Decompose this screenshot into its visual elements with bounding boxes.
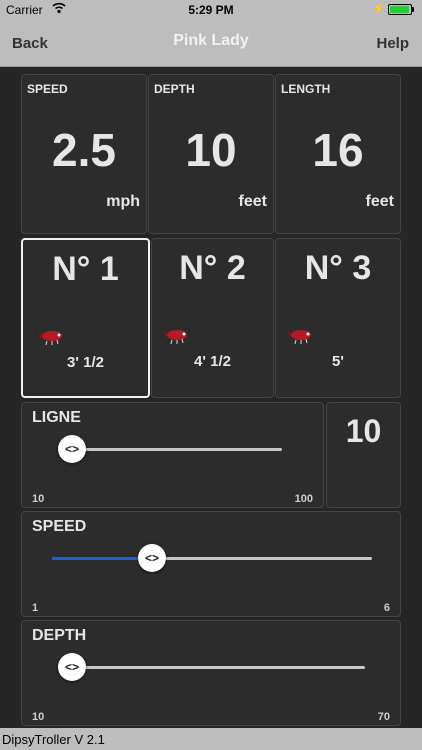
clock-label: 5:29 PM (188, 3, 234, 17)
rod-3-title: N° 3 (304, 249, 372, 287)
depth-stat-panel: DEPTH 10 feet (148, 74, 274, 234)
rod-2-measure: 4' 1/2 (194, 353, 231, 370)
speed-min-label: 1 (32, 602, 39, 614)
length-stat-unit: feet (365, 193, 394, 210)
ligne-max-label: 100 (294, 493, 313, 505)
lure-icon (164, 330, 187, 345)
navigation-bar: Back Pink Lady Help (0, 20, 422, 67)
rod-1-card[interactable]: N° 1 3' 1/2 (21, 238, 150, 398)
ligne-min-label: 10 (32, 493, 45, 505)
lure-icon (39, 331, 62, 346)
speed-stat-label: SPEED (27, 82, 68, 96)
page-title: Pink Lady (173, 32, 249, 49)
rod-1-title: N° 1 (52, 250, 119, 288)
speed-slider-label: SPEED (32, 518, 87, 535)
speed-slider-fill (52, 557, 152, 560)
speed-slider-thumb[interactable]: <> (138, 544, 166, 572)
speed-stat-panel: SPEED 2.5 mph (21, 74, 147, 234)
depth-stat-value: 10 (185, 124, 237, 176)
battery-icon (388, 4, 416, 15)
depth-min-label: 10 (32, 711, 45, 723)
rod-2-title: N° 2 (179, 249, 246, 287)
ligne-slider-track[interactable] (72, 448, 282, 451)
depth-max-label: 70 (377, 711, 390, 723)
depth-slider-thumb[interactable]: <> (58, 653, 86, 681)
rod-3-card[interactable]: N° 3 5' (275, 238, 401, 398)
rod-1-measure: 3' 1/2 (67, 354, 104, 371)
rod-2-card[interactable]: N° 2 4' 1/2 (151, 238, 274, 398)
ligne-label: LIGNE (32, 409, 81, 426)
speed-slider-panel: SPEED <> 1 6 (21, 511, 401, 617)
depth-stat-label: DEPTH (154, 82, 195, 96)
depth-slider-track[interactable] (72, 666, 365, 669)
lure-icon (288, 330, 311, 345)
depth-stat-unit: feet (238, 193, 267, 210)
rod-3-measure: 5' (332, 353, 344, 370)
length-stat-label: LENGTH (281, 82, 331, 96)
speed-stat-unit: mph (106, 193, 140, 210)
depth-slider-panel: DEPTH <> 10 70 (21, 620, 401, 726)
ligne-value: 10 (345, 413, 382, 449)
ligne-slider-panel: LIGNE <> 10 100 (21, 402, 324, 508)
length-stat-panel: LENGTH 16 feet (275, 74, 401, 234)
help-button[interactable]: Help (376, 35, 409, 52)
charging-icon: ⚡ (372, 3, 386, 15)
ligne-slider-thumb[interactable]: <> (58, 435, 86, 463)
version-label: DipsyTroller V 2.1 (2, 732, 105, 747)
version-footer: DipsyTroller V 2.1 (0, 728, 422, 750)
length-stat-value: 16 (312, 124, 364, 176)
depth-slider-label: DEPTH (32, 627, 87, 644)
status-bar: Carrier 5:29 PM ⚡ (0, 0, 422, 20)
ligne-value-box: 10 (326, 402, 401, 508)
speed-stat-value: 2.5 (52, 124, 116, 176)
speed-max-label: 6 (383, 602, 390, 614)
